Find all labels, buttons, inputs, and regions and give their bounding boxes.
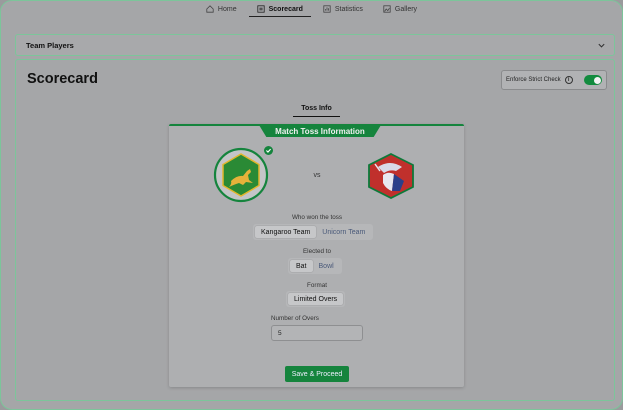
strict-check-control: Enforce Strict Check i — [501, 70, 607, 90]
top-nav: Home Scorecard Statistics Gallery — [1, 1, 622, 17]
unicorn-logo[interactable] — [366, 152, 416, 200]
option-limited-overs[interactable]: Limited Overs — [288, 293, 344, 305]
nav-tab-scorecard[interactable]: Scorecard — [248, 1, 312, 17]
overs-label: Number of Overs — [271, 315, 319, 322]
strict-check-toggle[interactable] — [584, 75, 602, 85]
statistics-icon — [323, 5, 331, 13]
vs-text: vs — [313, 172, 321, 179]
selected-check-icon — [264, 146, 273, 155]
gallery-icon — [383, 5, 391, 13]
strict-check-label: Enforce Strict Check — [506, 77, 561, 83]
chevron-down-icon — [598, 43, 605, 48]
toss-winner-selector: Kangaroo Team Unicorn Team — [253, 224, 374, 240]
overs-value: 5 — [278, 329, 282, 337]
team-players-title: Team Players — [26, 40, 74, 50]
team-players-accordion[interactable]: Team Players — [15, 34, 615, 56]
nav-tab-label: Scorecard — [268, 5, 303, 13]
home-icon — [206, 5, 214, 13]
overs-input[interactable]: 5 — [271, 325, 363, 341]
option-bowl[interactable]: Bowl — [313, 260, 340, 272]
info-icon[interactable]: i — [564, 76, 573, 84]
nav-tab-label: Gallery — [394, 5, 418, 13]
nav-tab-home[interactable]: Home — [198, 1, 245, 17]
who-won-label: Who won the toss — [291, 214, 343, 221]
app-frame: Home Scorecard Statistics Gallery Team P… — [0, 0, 623, 410]
nav-tab-statistics[interactable]: Statistics — [315, 1, 371, 17]
tab-toss-info[interactable]: Toss Info — [293, 100, 340, 117]
kangaroo-logo[interactable] — [213, 147, 269, 203]
nav-tab-gallery[interactable]: Gallery — [375, 1, 425, 17]
toss-card-header: Match Toss Information — [259, 125, 381, 137]
elected-label: Elected to — [302, 248, 331, 255]
option-kangaroo-team[interactable]: Kangaroo Team — [255, 226, 317, 238]
format-label: Format — [307, 282, 327, 289]
page-title: Scorecard — [27, 71, 98, 87]
option-unicorn-team[interactable]: Unicorn Team — [316, 226, 371, 238]
scorecard-icon — [257, 5, 265, 13]
nav-tab-label: Statistics — [334, 5, 363, 13]
format-selector: Limited Overs — [286, 291, 346, 307]
elected-selector: Bat Bowl — [288, 258, 342, 274]
save-proceed-button[interactable]: Save & Proceed — [285, 366, 349, 382]
option-bat[interactable]: Bat — [290, 260, 313, 272]
nav-tab-label: Home — [217, 5, 237, 13]
